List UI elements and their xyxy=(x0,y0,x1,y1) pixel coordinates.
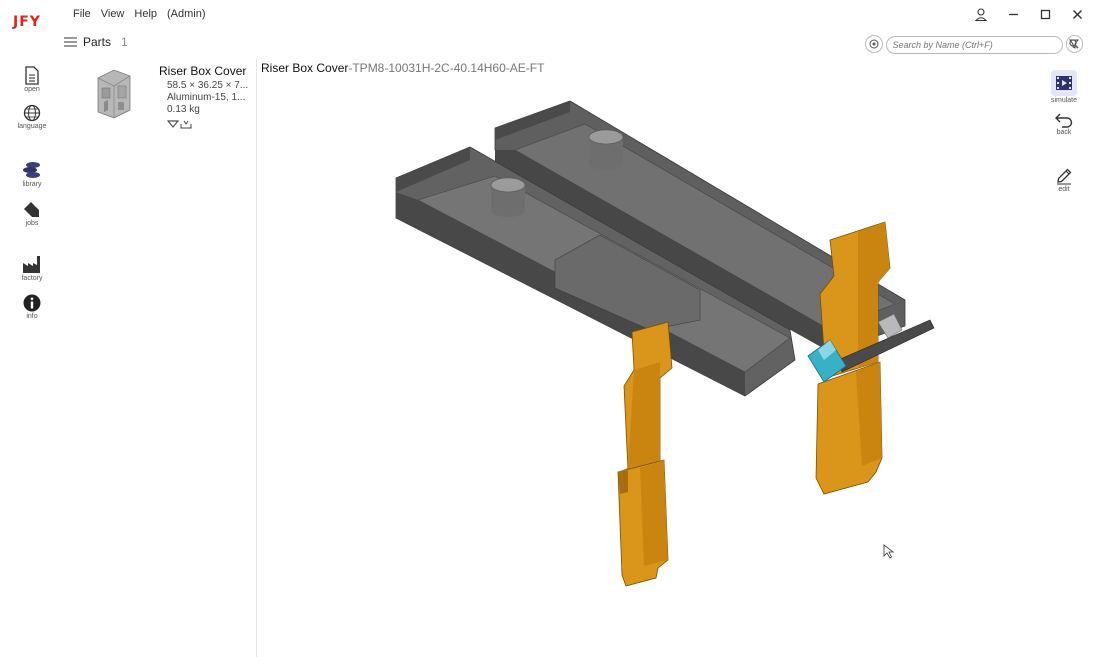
simulate-button[interactable]: simulate xyxy=(1042,70,1086,104)
factory-icon xyxy=(23,256,40,273)
minimize-icon[interactable] xyxy=(1004,5,1022,23)
clamp-cylinder-right xyxy=(588,129,624,170)
mouse-cursor xyxy=(883,544,895,559)
parts-count: 1 xyxy=(121,35,128,49)
menu-bar: File View Help (Admin) xyxy=(73,8,206,20)
clamp-cylinder-left xyxy=(490,177,526,217)
document-icon xyxy=(25,66,39,85)
part-dimensions: 58.5 × 36.25 × 7... xyxy=(167,80,249,91)
tool-right-lower xyxy=(815,361,883,495)
panel-divider xyxy=(256,58,257,657)
pencil-icon xyxy=(1057,168,1072,185)
parts-header: Parts 1 xyxy=(64,35,128,49)
search-scope-button[interactable] xyxy=(865,35,883,53)
part-list-item[interactable]: Riser Box Cover 58.5 × 36.25 × 7... Alum… xyxy=(84,58,254,138)
viewer-title: Riser Box Cover-TPM8-10031H-2C-40.14H60-… xyxy=(261,61,545,75)
window-controls xyxy=(972,5,1086,23)
part-thumbnail xyxy=(97,69,131,119)
close-icon[interactable] xyxy=(1068,5,1086,23)
rail-language[interactable]: language xyxy=(14,104,50,130)
search-field-wrap xyxy=(885,35,1078,54)
globe-icon xyxy=(23,104,41,122)
rail-info[interactable]: info xyxy=(14,294,50,320)
target-icon xyxy=(869,39,879,49)
bend-icon xyxy=(167,120,179,128)
hamburger-icon[interactable] xyxy=(64,37,77,47)
info-icon xyxy=(23,294,41,312)
app-logo: JFY xyxy=(13,14,41,30)
rail-library[interactable]: library xyxy=(14,160,50,188)
tool-left-upper xyxy=(623,321,673,471)
part-mass: 0.13 kg xyxy=(167,104,200,115)
search-bar xyxy=(865,35,1083,54)
back-button[interactable]: back xyxy=(1042,112,1086,136)
rail-open[interactable]: open xyxy=(14,66,50,93)
menu-role: (Admin) xyxy=(167,8,206,20)
part-status-icons xyxy=(167,119,192,129)
viewport-3d[interactable] xyxy=(380,95,940,595)
menu-file[interactable]: File xyxy=(73,8,91,20)
library-stack-icon xyxy=(23,162,40,178)
simulate-tile xyxy=(1051,70,1077,96)
film-play-icon xyxy=(1056,76,1072,90)
tag-icon xyxy=(24,202,39,217)
undo-arrow-icon xyxy=(1055,113,1073,128)
maximize-icon[interactable] xyxy=(1036,5,1054,23)
part-material: Aluminum-15, 1... xyxy=(167,92,246,103)
tray-icon xyxy=(180,120,192,129)
rail-factory[interactable]: factory xyxy=(14,255,50,282)
parts-title: Parts xyxy=(83,35,112,49)
tool-left-lower xyxy=(617,459,669,587)
rail-jobs[interactable]: jobs xyxy=(14,199,50,227)
menu-view[interactable]: View xyxy=(101,8,125,20)
search-input[interactable] xyxy=(885,35,1063,54)
account-icon[interactable] xyxy=(972,5,990,23)
edit-button[interactable]: edit xyxy=(1042,167,1086,193)
part-name: Riser Box Cover xyxy=(159,64,247,78)
menu-help[interactable]: Help xyxy=(134,8,157,20)
search-icon[interactable] xyxy=(1068,38,1079,49)
